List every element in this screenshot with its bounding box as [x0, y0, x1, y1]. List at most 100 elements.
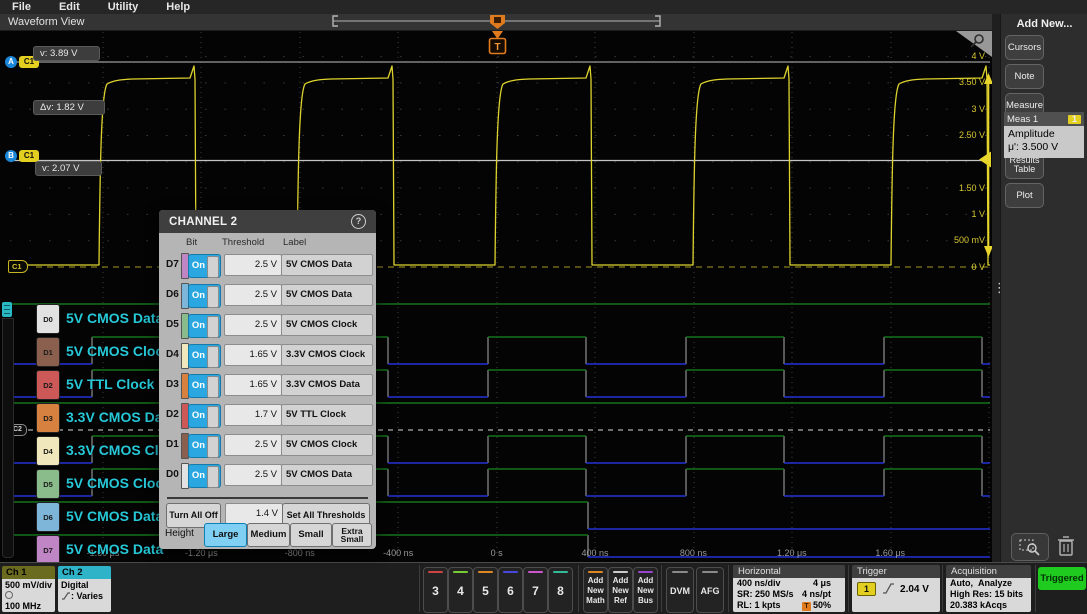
waveform-view[interactable]: Waveform View	[0, 14, 992, 562]
menu-utility[interactable]: Utility	[108, 1, 139, 13]
oscilloscope-app: FileEditUtilityHelp Waveform View T A C1…	[0, 0, 1087, 614]
bit-on-toggle[interactable]: On	[188, 464, 221, 488]
digital-channel-chip-d0[interactable]: D0	[36, 304, 60, 334]
ch1-scale: 500 mV/div	[5, 580, 55, 591]
menu-file[interactable]: File	[12, 1, 31, 13]
trigger-panel[interactable]: Trigger 1 2.04 V	[852, 565, 940, 612]
ch1-ground-marker[interactable]: C1	[8, 260, 28, 273]
bit-label-field[interactable]: 5V CMOS Data	[281, 254, 373, 276]
meas-source-badge: 1	[1068, 115, 1081, 124]
bit-label-field[interactable]: 5V CMOS Data	[281, 464, 373, 486]
channel-button-label: 3	[424, 584, 447, 598]
menu-help[interactable]: Help	[166, 1, 190, 13]
horizontal-panel[interactable]: Horizontal 400 ns/div4 μsSR: 250 MS/s4 n…	[733, 565, 845, 612]
bit-threshold-field[interactable]: 1.65 V	[224, 344, 282, 366]
dvm-button[interactable]: DVM	[666, 567, 694, 613]
meas-badge-card[interactable]: Meas 1 1 Amplitude μ': 3.500 V	[1004, 112, 1084, 158]
height-option-extra-small[interactable]: Extra Small	[332, 523, 372, 547]
bit-on-toggle[interactable]: On	[188, 374, 221, 398]
bit-on-toggle[interactable]: On	[188, 344, 221, 368]
add-new-bus-button[interactable]: AddNewBus	[633, 567, 658, 613]
add-new-ref-button[interactable]: AddNewRef	[608, 567, 633, 613]
bit-label-field[interactable]: 5V TTL Clock	[281, 404, 373, 426]
toggle-on-label: On	[189, 285, 208, 307]
add-new-note-button[interactable]: Note	[1005, 64, 1044, 89]
bit-threshold-field[interactable]: 2.5 V	[224, 254, 282, 276]
cursor-a-badge[interactable]: A	[5, 56, 17, 68]
cursor-b-readout[interactable]: v: 2.07 V	[35, 161, 102, 176]
channel-6-button[interactable]: 6	[498, 567, 523, 613]
bit-on-toggle[interactable]: On	[188, 314, 221, 338]
add-button-label: AddNewMath	[584, 576, 607, 606]
dialog-header[interactable]: CHANNEL 2 ?	[159, 210, 376, 233]
afg-button[interactable]: AFG	[696, 567, 724, 613]
bit-label-field[interactable]: 5V CMOS Clock	[281, 434, 373, 456]
bit-threshold-field[interactable]: 2.5 V	[224, 434, 282, 456]
bit-threshold-field[interactable]: 2.5 V	[224, 284, 282, 306]
digital-channel-chip-d3[interactable]: D3	[36, 403, 60, 433]
acquisition-panel[interactable]: Acquisition Auto, Analyze High Res: 15 b…	[946, 565, 1031, 612]
channel-3-button[interactable]: 3	[423, 567, 448, 613]
channel-4-button[interactable]: 4	[448, 567, 473, 613]
channel-5-button[interactable]: 5	[473, 567, 498, 613]
bit-threshold-field[interactable]: 1.7 V	[224, 404, 282, 426]
bit-label-field[interactable]: 5V CMOS Data	[281, 284, 373, 306]
horizontal-value-right: T50%	[802, 600, 831, 611]
bit-on-toggle[interactable]: On	[188, 404, 221, 428]
digital-channel-chip-d5[interactable]: D5	[36, 469, 60, 499]
panel-splitter[interactable]: ⋮	[992, 14, 1000, 562]
channel-7-button[interactable]: 7	[523, 567, 548, 613]
digital-channel-chip-d7[interactable]: D7	[36, 535, 60, 565]
bit-threshold-field[interactable]: 1.65 V	[224, 374, 282, 396]
column-label: Label	[283, 237, 306, 248]
bottom-bar-separator	[1035, 565, 1036, 612]
bottom-bar-separator	[942, 565, 943, 612]
add-new-plot-button[interactable]: Plot	[1005, 183, 1044, 208]
add-new-cursors-button[interactable]: Cursors	[1005, 35, 1044, 60]
height-option-small[interactable]: Small	[290, 523, 332, 547]
channel-color-stripe	[428, 571, 443, 573]
help-icon[interactable]: ?	[351, 214, 366, 229]
channel-button-label: 7	[524, 584, 547, 598]
menu-edit[interactable]: Edit	[59, 1, 80, 13]
waveform-canvas[interactable]	[0, 31, 993, 562]
cursor-delta-readout[interactable]: Δv: 1.82 V	[33, 100, 105, 115]
add-new-math-button[interactable]: AddNewMath	[583, 567, 608, 613]
ch2-name: Ch 2	[58, 566, 111, 579]
cursor-b-badge[interactable]: B	[5, 150, 17, 162]
bit-on-toggle[interactable]: On	[188, 434, 221, 458]
waveform-view-tab[interactable]: Waveform View	[0, 14, 992, 31]
height-option-large[interactable]: Large	[204, 523, 247, 547]
zoom-select-button[interactable]	[1011, 533, 1049, 561]
horizontal-value-left: 400 ns/div	[737, 578, 781, 589]
digital-channel-chip-d6[interactable]: D6	[36, 502, 60, 532]
bit-label-field[interactable]: 3.3V CMOS Clock	[281, 344, 373, 366]
ch1-badge[interactable]: Ch 1 500 mV/div 100 MHz	[2, 566, 55, 612]
height-option-medium[interactable]: Medium	[247, 523, 290, 547]
magnifier-icon	[966, 32, 988, 52]
bit-threshold-field[interactable]: 2.5 V	[224, 464, 282, 486]
ch2-position-marker[interactable]: C2	[8, 424, 27, 436]
bit-label-field[interactable]: 5V CMOS Clock	[281, 314, 373, 336]
bit-on-toggle[interactable]: On	[188, 284, 221, 308]
trash-button[interactable]	[1055, 534, 1077, 558]
toggle-on-label: On	[189, 255, 208, 277]
cursor-a-readout[interactable]: v: 3.89 V	[33, 46, 100, 61]
digital-channel-chip-d1[interactable]: D1	[36, 337, 60, 367]
digital-channel-chip-d2[interactable]: D2	[36, 370, 60, 400]
meas-title: Meas 1	[1007, 114, 1038, 125]
bit-on-toggle[interactable]: On	[188, 254, 221, 278]
bit-id: D2	[166, 409, 179, 420]
bit-label-field[interactable]: 3.3V CMOS Data	[281, 374, 373, 396]
channel-8-button[interactable]: 8	[548, 567, 573, 613]
digital-channel-chip-d4[interactable]: D4	[36, 436, 60, 466]
bit-threshold-field[interactable]: 2.5 V	[224, 314, 282, 336]
toggle-knob	[207, 316, 219, 338]
column-bit: Bit	[186, 237, 197, 248]
ch2-badge[interactable]: Ch 2 Digital : Varies	[58, 566, 111, 612]
all-threshold-field[interactable]: 1.4 V	[225, 503, 283, 525]
bit-id: D3	[166, 379, 179, 390]
toggle-on-label: On	[189, 405, 208, 427]
digital-group-handle[interactable]	[2, 302, 12, 317]
toggle-knob	[207, 286, 219, 308]
